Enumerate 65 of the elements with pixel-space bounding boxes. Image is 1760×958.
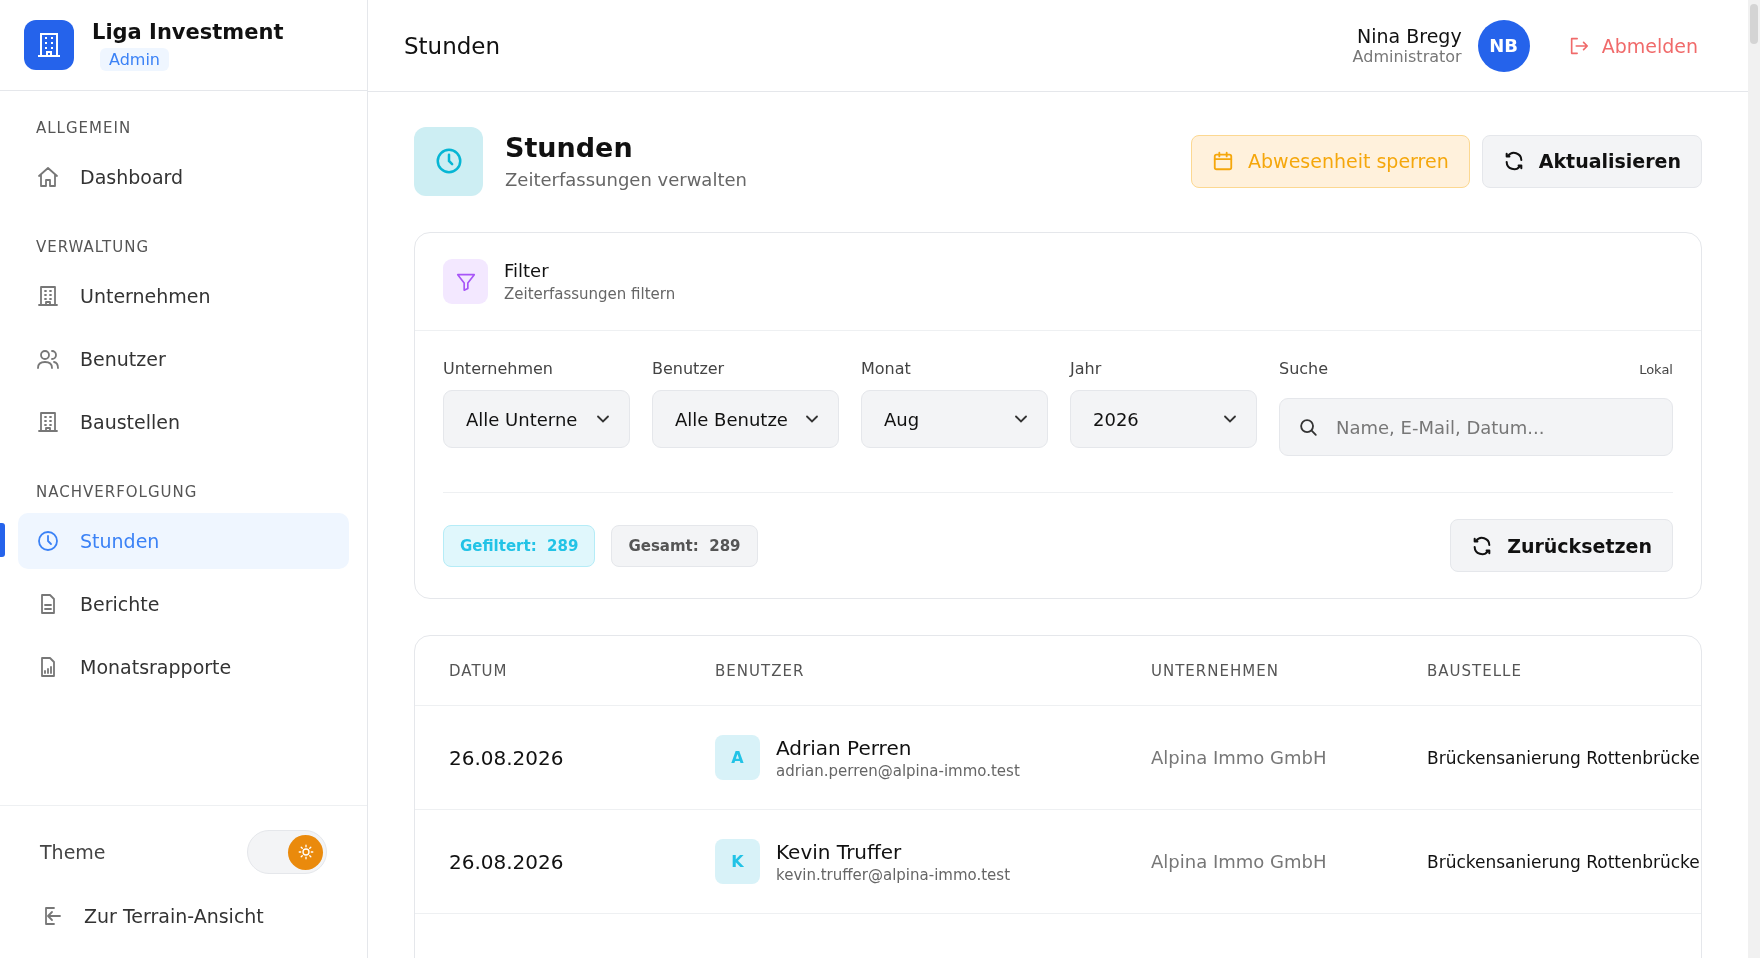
field-label: Suche [1279,359,1329,378]
date-cell-text: 26.08.2026 [449,745,565,770]
user-email-cell: adrian.perren@alpina-immo.test [776,761,1020,780]
theme-toggle[interactable] [247,830,327,874]
count-badge: Gefiltert: 289 [443,524,596,567]
field-label: Monat [861,359,912,378]
field-label: Jahr [1070,359,1103,378]
filter-title: Filter [504,260,550,281]
date-cell-text: 26.08.2026 [449,849,565,874]
building-logo-icon [24,20,74,70]
column-header: BENUTZER [715,661,806,680]
clock-icon [36,529,60,553]
role-badge: Admin [100,47,169,71]
user-avatar[interactable]: NB [1477,19,1530,72]
column-header: DATUM [449,661,509,680]
select-field[interactable]: Alle Unterne [443,390,630,448]
select-field[interactable]: Alle Benutze [652,390,839,448]
field-label: Unternehmen [443,359,554,378]
filter-subtitle: Zeiterfassungen filtern [504,285,676,303]
sidebar-item[interactable]: Unternehmen [18,268,349,324]
building-icon [36,284,60,308]
building-icon [36,410,60,434]
users-icon [36,347,60,371]
site-cell: Brückensanierung Rottenbrücke [1427,747,1701,768]
company-cell-text: Alpina Immo GmbH [1151,851,1328,872]
user-initial-avatar: K [715,839,760,884]
user-role: Administrator [1352,47,1462,66]
user-email-cell: kevin.truffer@alpina-immo.test [776,865,1011,884]
search-icon [1297,416,1319,438]
company-cell-text: Alpina Immo GmbH [1151,747,1328,768]
sidebar-item[interactable]: Benutzer [18,331,349,387]
sidebar-item[interactable]: Berichte [18,576,349,632]
select-field[interactable]: 2026 [1070,390,1257,448]
theme-label: Theme [40,841,106,863]
terrain-view-link[interactable]: Zur Terrain-Ansicht [40,904,327,928]
user-name: Nina Bregy [1357,25,1462,47]
search-scope-label: Lokal [1639,362,1673,377]
scrollbar[interactable] [1748,0,1760,958]
page-heading: Stunden [505,132,634,163]
select-field[interactable]: Aug [861,390,1048,448]
site-cell: Brückensanierung Rottenbrücke [1427,851,1701,872]
section-heading: NACHVERFOLGUNG [35,483,199,503]
field-label: Benutzer [652,359,726,378]
reset-button[interactable]: Zurücksetzen [1450,519,1673,572]
sidebar-item[interactable]: Monatsrapporte [18,639,349,695]
home-icon [36,165,60,189]
user-name-cell-text: Kevin Truffer [776,839,903,864]
page-title: Stunden [404,32,501,59]
column-header: UNTERNEHMEN [1151,661,1280,680]
user-initial-avatar: A [715,735,760,780]
clock-icon [414,126,483,196]
section-heading: ALLGEMEIN [35,119,133,139]
count-badge: Gesamt: 289 [611,524,758,567]
brand-name: Liga Investment [92,19,284,44]
filter-icon [443,259,488,304]
user-name-cell-text: Adrian Perren [776,735,913,760]
sidebar-item[interactable]: Dashboard [18,149,349,205]
calendar-icon [1212,150,1235,172]
page-subtitle: Zeiterfassungen verwalten [505,169,747,190]
column-header: BAUSTELLE [1427,661,1523,680]
search-field[interactable]: Name, E-Mail, Datum... [1279,398,1673,456]
section-heading: VERWALTUNG [35,238,151,258]
refresh-button[interactable]: Aktualisieren [1481,134,1702,188]
sidebar-item[interactable]: Baustellen [18,394,349,450]
sun-icon [296,843,315,861]
